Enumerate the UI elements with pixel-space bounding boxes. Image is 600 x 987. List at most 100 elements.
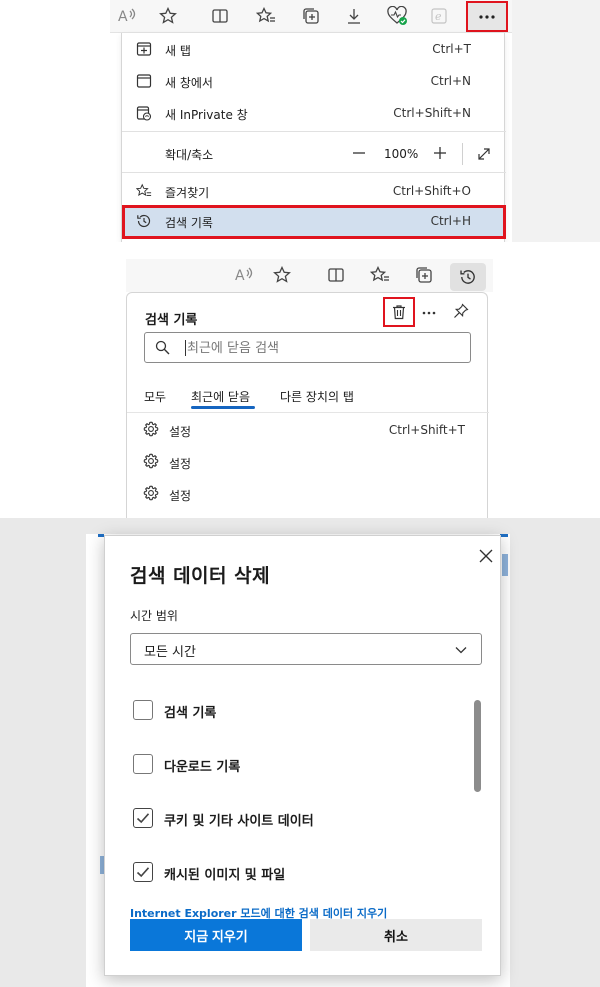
gear-icon <box>143 453 159 469</box>
settings-menu: 새 탭 Ctrl+T 새 창에서 Ctrl+N 새 InPrivate 창 Ct… <box>121 33 506 242</box>
menu-item-shortcut: Ctrl+H <box>430 214 471 228</box>
zoom-label: 확대/축소 <box>165 148 214 162</box>
favorites-icon[interactable] <box>254 4 278 28</box>
search-icon <box>155 340 170 355</box>
collections-icon[interactable] <box>412 263 436 287</box>
active-tab-indicator <box>191 406 255 409</box>
text-caret <box>185 340 186 356</box>
cookies-checkbox[interactable] <box>133 808 153 828</box>
split-screen-icon[interactable] <box>208 4 232 28</box>
option-cookies[interactable]: 쿠키 및 기타 사이트 데이터 <box>133 808 453 832</box>
new-window-icon <box>136 74 152 88</box>
split-screen-icon[interactable] <box>324 263 348 287</box>
collections-icon[interactable] <box>299 4 323 28</box>
more-options-icon[interactable] <box>421 305 437 321</box>
zoom-divider <box>462 143 463 165</box>
menu-item-shortcut: Ctrl+Shift+O <box>392 184 471 198</box>
download-history-checkbox[interactable] <box>133 754 153 774</box>
zoom-out-icon[interactable] <box>352 146 366 160</box>
tab-all[interactable]: 모두 <box>144 388 166 405</box>
menu-item-label: 새 창에서 <box>165 76 213 90</box>
delete-browsing-data-button[interactable] <box>383 297 415 327</box>
add-favorite-star-icon[interactable] <box>156 4 180 28</box>
pin-icon[interactable] <box>453 303 469 319</box>
trash-icon <box>393 305 405 320</box>
dialog-title: 검색 데이터 삭제 <box>130 565 271 587</box>
tab-recently-closed[interactable]: 최근에 닫음 <box>191 388 250 405</box>
more-dots-icon <box>479 14 495 19</box>
option-cached-files[interactable]: 캐시된 이미지 및 파일 <box>133 862 453 886</box>
browsing-history-checkbox[interactable] <box>133 700 153 720</box>
history-icon <box>460 270 475 284</box>
chevron-down-icon <box>455 647 467 654</box>
background-accent <box>502 554 508 576</box>
favorites-icon <box>136 183 152 196</box>
option-browsing-history[interactable]: 검색 기록 <box>133 700 453 724</box>
list-item-label: 설정 <box>169 489 192 503</box>
history-icon <box>137 214 151 228</box>
menu-divider <box>122 131 506 132</box>
history-search-input[interactable] <box>187 337 457 359</box>
add-favorite-star-icon[interactable] <box>270 263 294 287</box>
history-hub: 검색 기록 모두 최근에 닫음 다른 장치의 탭 설정 Ctrl+Shift+T… <box>126 292 489 518</box>
fullscreen-icon[interactable] <box>476 146 492 162</box>
read-aloud-icon[interactable]: A <box>232 263 256 287</box>
settings-and-more-button[interactable] <box>466 1 508 32</box>
svg-text:A: A <box>118 9 128 25</box>
option-label: 다운로드 기록 <box>164 760 241 775</box>
hub-divider <box>127 412 489 413</box>
menu-item-label: 즐겨찾기 <box>165 186 210 200</box>
time-range-value: 모든 시간 <box>144 645 196 660</box>
menu-divider <box>122 172 506 173</box>
list-item[interactable]: 설정 Ctrl+Shift+T <box>127 414 489 446</box>
menu-item-label: 검색 기록 <box>165 216 213 230</box>
option-label: 검색 기록 <box>164 706 217 721</box>
checkmark-icon <box>136 813 150 824</box>
checkmark-icon <box>136 867 150 878</box>
ie-mode-icon[interactable]: e <box>428 4 452 28</box>
svg-text:A: A <box>235 268 245 284</box>
browser-toolbar: A e <box>110 0 512 33</box>
tab-other-devices[interactable]: 다른 장치의 탭 <box>280 388 354 405</box>
zoom-in-icon[interactable] <box>433 146 447 160</box>
read-aloud-icon[interactable]: A <box>115 4 139 28</box>
menu-item-shortcut: Ctrl+T <box>432 42 471 56</box>
background-accent <box>500 534 508 537</box>
list-item-label: 설정 <box>169 457 192 471</box>
menu-item-zoom: 확대/축소 100% <box>122 137 506 169</box>
gear-icon <box>143 421 159 437</box>
clear-data-panel: 검색 데이터 삭제 시간 범위 모든 시간 검색 기록 다운로드 기록 쿠키 및… <box>0 518 600 987</box>
list-item[interactable]: 설정 <box>127 446 489 478</box>
menu-item-shortcut: Ctrl+N <box>430 74 471 88</box>
history-search-box[interactable] <box>144 332 471 363</box>
inprivate-icon <box>136 106 152 121</box>
menu-item-new-inprivate-window[interactable]: 새 InPrivate 창 Ctrl+Shift+N <box>122 97 506 129</box>
list-item-label: 설정 <box>169 425 192 439</box>
history-hub-panel: A 검색 기록 모두 최근에 닫음 다른 장 <box>0 242 600 518</box>
menu-item-label: 새 InPrivate 창 <box>165 108 248 122</box>
option-download-history[interactable]: 다운로드 기록 <box>133 754 453 778</box>
cancel-button[interactable]: 취소 <box>310 919 482 951</box>
time-range-select[interactable]: 모든 시간 <box>130 633 482 665</box>
cached-files-checkbox[interactable] <box>133 862 153 882</box>
menu-item-favorites[interactable]: 즐겨찾기 Ctrl+Shift+O <box>122 175 506 207</box>
menu-item-new-tab[interactable]: 새 탭 Ctrl+T <box>122 33 506 65</box>
close-icon[interactable] <box>478 548 494 564</box>
browser-essentials-heart-icon[interactable] <box>386 4 410 28</box>
edge-menu-panel: A e 새 탭 Ctrl+T 새 창에서 Ctrl+N 새 InPrivate … <box>0 0 600 242</box>
clear-now-button[interactable]: 지금 지우기 <box>130 919 302 951</box>
downloads-icon[interactable] <box>342 4 366 28</box>
menu-item-shortcut: Ctrl+Shift+N <box>393 106 471 120</box>
gear-icon <box>143 485 159 501</box>
options-scrollbar[interactable] <box>474 700 481 792</box>
list-item-shortcut: Ctrl+Shift+T <box>388 423 465 437</box>
list-item[interactable]: 설정 <box>127 478 489 510</box>
history-toolbar-button[interactable] <box>450 263 486 291</box>
menu-item-new-window[interactable]: 새 창에서 Ctrl+N <box>122 65 506 97</box>
window-edge <box>512 0 600 242</box>
option-label: 캐시된 이미지 및 파일 <box>164 868 286 883</box>
menu-item-history[interactable]: 검색 기록 Ctrl+H <box>122 205 506 239</box>
new-tab-icon <box>136 42 152 56</box>
svg-text:e: e <box>435 10 442 23</box>
favorites-icon[interactable] <box>368 263 392 287</box>
